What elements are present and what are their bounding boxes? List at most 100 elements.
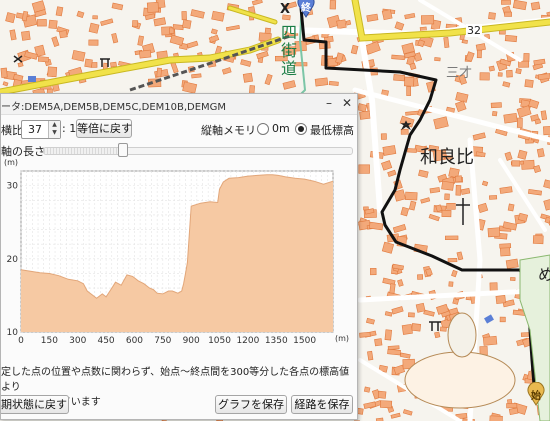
building (508, 407, 519, 416)
building (444, 235, 459, 241)
park-inner (447, 312, 477, 358)
building (491, 110, 498, 117)
building (182, 81, 198, 94)
x-axis-label: (m) (335, 334, 349, 343)
end-pin[interactable]: 終 (297, 0, 315, 18)
building (391, 306, 404, 315)
building (221, 67, 232, 75)
building (137, 35, 144, 46)
building (533, 164, 542, 174)
building (487, 227, 501, 238)
building (211, 10, 225, 22)
x-tick-label: 0 (18, 336, 24, 346)
building (357, 103, 368, 113)
start-pin[interactable]: 始 (527, 381, 545, 406)
building (170, 61, 179, 74)
building (476, 49, 482, 59)
building (381, 241, 395, 254)
dialog-title: ータ:DEM5A,DEM5B,DEM5C,DEM10B,DEMGM (1, 102, 227, 113)
map-label-sansai: 三才 (446, 66, 473, 81)
building (91, 62, 98, 68)
map-label-me: め (538, 265, 550, 284)
building (17, 61, 24, 68)
building (391, 54, 406, 61)
building (524, 79, 534, 88)
building (499, 316, 506, 323)
building (420, 15, 435, 25)
building (455, 184, 462, 196)
building (51, 36, 60, 48)
map-label-x: X (280, 2, 291, 17)
building (505, 258, 519, 269)
x-tick-label: 1200 (236, 336, 259, 346)
x-tick-label: 600 (126, 336, 143, 346)
building (482, 335, 498, 346)
building (403, 76, 415, 87)
building (404, 12, 416, 20)
building (418, 169, 429, 178)
building (191, 73, 202, 79)
radio-0m-label: 0m (272, 122, 290, 135)
building (363, 386, 371, 393)
route-number: 32 (466, 24, 482, 37)
building (475, 43, 486, 52)
building (314, 77, 329, 87)
building (510, 277, 516, 281)
building (472, 132, 486, 141)
building (504, 151, 513, 161)
radio-lowest[interactable] (295, 123, 307, 135)
building (208, 34, 220, 43)
building (55, 6, 64, 17)
building (182, 19, 192, 29)
building (497, 72, 503, 77)
building (111, 32, 119, 44)
dialog-titlebar[interactable]: ータ:DEM5A,DEM5B,DEM5C,DEM10B,DEMGM – ✕ (1, 94, 357, 115)
building (504, 34, 518, 43)
building (58, 30, 68, 39)
length-slider[interactable] (43, 147, 353, 155)
building (512, 0, 527, 11)
radio-0m[interactable] (257, 123, 269, 135)
building (440, 326, 447, 332)
building (499, 186, 513, 194)
building (264, 73, 273, 86)
building (489, 415, 503, 421)
building (532, 235, 544, 245)
building (138, 49, 152, 59)
map-label-yotsukaido: 四街道 (278, 24, 297, 78)
building (516, 117, 523, 128)
building (448, 281, 454, 287)
building (88, 39, 99, 46)
reset-ratio-button[interactable]: 等倍に戻す (76, 119, 132, 138)
reset-state-button[interactable]: 期状態に戻す (1, 395, 69, 414)
building (393, 74, 405, 82)
building (443, 36, 450, 48)
building (488, 12, 496, 20)
building (71, 49, 86, 62)
building (515, 68, 522, 75)
save-route-button[interactable]: 経路を保存 (291, 395, 353, 414)
building (420, 197, 431, 204)
building (441, 180, 455, 191)
ratio-label: 横比 (1, 124, 23, 137)
building (534, 118, 542, 125)
save-graph-button[interactable]: グラフを保存 (215, 395, 287, 414)
x-tick-label: 1350 (265, 336, 288, 346)
building (455, 91, 469, 103)
building (456, 251, 464, 261)
building (88, 22, 100, 34)
stepper-arrows-icon[interactable]: ▲ ▼ (48, 121, 60, 138)
building (434, 331, 441, 339)
length-slider-thumb[interactable] (118, 143, 129, 157)
building (501, 0, 511, 5)
building (47, 66, 58, 78)
building (181, 11, 187, 21)
building (374, 338, 383, 347)
building (405, 191, 418, 201)
minimize-icon[interactable]: – (321, 95, 337, 111)
building (132, 20, 139, 28)
building (401, 323, 413, 335)
ratio-stepper[interactable]: 37 ▲ ▼ (21, 120, 61, 139)
building (506, 403, 518, 409)
close-icon[interactable]: ✕ (339, 95, 355, 111)
